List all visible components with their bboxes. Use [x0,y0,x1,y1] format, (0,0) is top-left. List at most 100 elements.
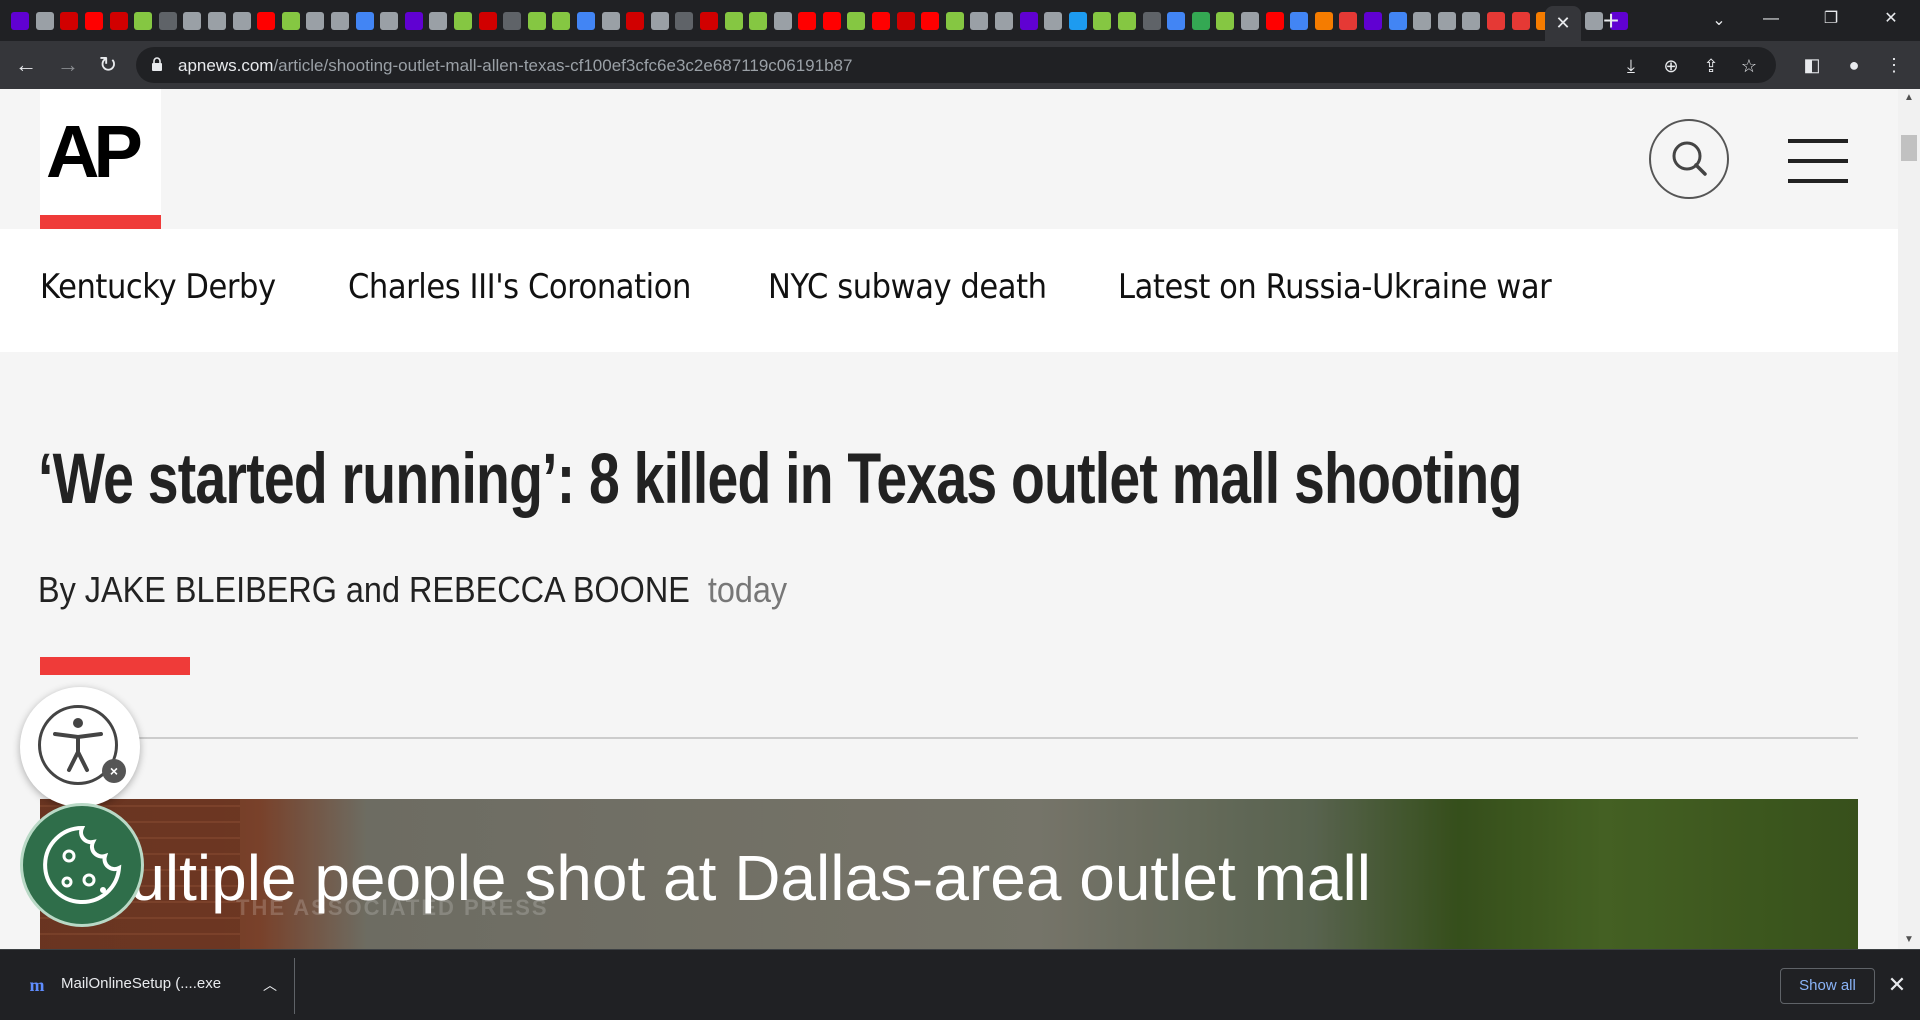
browser-tab[interactable] [869,8,894,34]
browser-tab[interactable] [1361,8,1386,34]
nav-link-kentucky-derby[interactable]: Kentucky Derby [40,267,276,307]
cookie-settings-button[interactable] [20,803,144,927]
browser-tab[interactable] [623,8,648,34]
browser-tab[interactable] [1459,8,1484,34]
nav-link-russia-ukraine[interactable]: Latest on Russia-Ukraine war [1118,267,1552,307]
close-icon[interactable]: × [102,759,126,783]
browser-tab[interactable] [426,8,451,34]
browser-tab[interactable] [229,8,254,34]
browser-tab[interactable] [1090,8,1115,34]
browser-tab[interactable] [1164,8,1189,34]
side-panel-icon[interactable]: ◧ [1796,49,1828,81]
browser-tab[interactable] [451,8,476,34]
browser-tab[interactable] [598,8,623,34]
browser-tab[interactable] [672,8,697,34]
browser-tab[interactable] [1115,8,1140,34]
share-icon[interactable]: ⇪ [1698,53,1724,79]
browser-tab[interactable] [352,8,377,34]
ap-logo[interactable]: AP [40,89,161,229]
scroll-up-arrow[interactable]: ▲ [1898,89,1920,107]
chevron-up-icon[interactable]: ︿ [258,973,282,997]
browser-tab[interactable] [279,8,304,34]
active-tab[interactable]: ✕ [1545,6,1581,41]
browser-tab[interactable] [549,8,574,34]
browser-tab[interactable] [1139,8,1164,34]
browser-tab[interactable] [106,8,131,34]
browser-tab[interactable] [1213,8,1238,34]
browser-tab[interactable] [524,8,549,34]
browser-tab[interactable] [205,8,230,34]
back-button[interactable]: ← [10,49,42,81]
browser-tab[interactable] [1016,8,1041,34]
browser-tab[interactable] [1189,8,1214,34]
forward-button[interactable]: → [52,49,84,81]
restore-button[interactable]: ❐ [1808,0,1854,38]
browser-tab[interactable] [943,8,968,34]
browser-tab[interactable] [795,8,820,34]
browser-tab[interactable] [820,8,845,34]
browser-tab[interactable] [1336,8,1361,34]
close-tab-icon[interactable]: ✕ [1555,13,1570,34]
browser-tab[interactable] [1410,8,1435,34]
browser-tab[interactable] [746,8,771,34]
video-player[interactable]: THE ASSOCIATED PRESS Multiple people sho… [40,799,1858,949]
tab-search-button[interactable]: ⌄ [1706,8,1732,34]
browser-tab[interactable] [647,8,672,34]
browser-tab[interactable] [500,8,525,34]
browser-tab[interactable] [967,8,992,34]
page-scrollbar[interactable] [1898,89,1920,949]
browser-tab[interactable] [82,8,107,34]
hamburger-menu-button[interactable] [1788,139,1848,183]
accessibility-widget-button[interactable]: × [20,687,140,807]
minimize-button[interactable]: — [1748,0,1794,38]
browser-tab[interactable] [1287,8,1312,34]
download-item[interactable]: m MailOnlineSetup (....exe ︿ [14,960,294,1010]
browser-tab[interactable] [156,8,181,34]
browser-tab[interactable] [8,8,33,34]
browser-tab[interactable] [1066,8,1091,34]
browser-tab[interactable] [57,8,82,34]
show-all-downloads-button[interactable]: Show all [1780,968,1875,1004]
scroll-down-arrow[interactable]: ▼ [1898,931,1920,949]
browser-tab[interactable] [131,8,156,34]
zoom-icon[interactable]: ⊕ [1658,53,1684,79]
browser-tab[interactable] [328,8,353,34]
close-download-shelf-button[interactable]: ✕ [1882,970,1912,1000]
profile-icon[interactable]: ● [1838,49,1870,81]
browser-tab[interactable] [893,8,918,34]
browser-tab[interactable] [1434,8,1459,34]
browser-tab[interactable] [1041,8,1066,34]
browser-tab[interactable] [992,8,1017,34]
browser-tab[interactable] [33,8,58,34]
scrollbar-thumb[interactable] [1901,135,1917,161]
new-tab-button[interactable]: + [1596,6,1626,36]
browser-tab[interactable] [254,8,279,34]
install-app-icon[interactable]: ⤓ [1618,53,1644,79]
browser-tab[interactable] [475,8,500,34]
browser-tab[interactable] [1385,8,1410,34]
nav-link-nyc-subway[interactable]: NYC subway death [768,267,1047,307]
browser-tab[interactable] [180,8,205,34]
browser-tab[interactable] [918,8,943,34]
browser-tab[interactable] [574,8,599,34]
browser-tab[interactable] [1238,8,1263,34]
bookmark-star-icon[interactable]: ☆ [1736,53,1762,79]
reload-button[interactable]: ↻ [92,49,124,81]
browser-tab[interactable] [1262,8,1287,34]
browser-tab[interactable] [697,8,722,34]
browser-tab[interactable] [721,8,746,34]
address-bar[interactable]: apnews.com/article/shooting-outlet-mall-… [136,47,1776,83]
browser-tab[interactable] [770,8,795,34]
browser-tab[interactable] [1484,8,1509,34]
browser-tab[interactable] [844,8,869,34]
nav-link-coronation[interactable]: Charles III's Coronation [348,267,691,307]
url-text[interactable]: apnews.com/article/shooting-outlet-mall-… [178,56,852,76]
browser-tab[interactable] [1508,8,1533,34]
close-window-button[interactable]: ✕ [1868,0,1914,38]
browser-tab[interactable] [377,8,402,34]
browser-tab[interactable] [303,8,328,34]
browser-tab[interactable] [1311,8,1336,34]
browser-tab[interactable] [402,8,427,34]
menu-kebab-icon[interactable]: ⋮ [1878,49,1910,81]
site-search-button[interactable] [1649,119,1729,199]
